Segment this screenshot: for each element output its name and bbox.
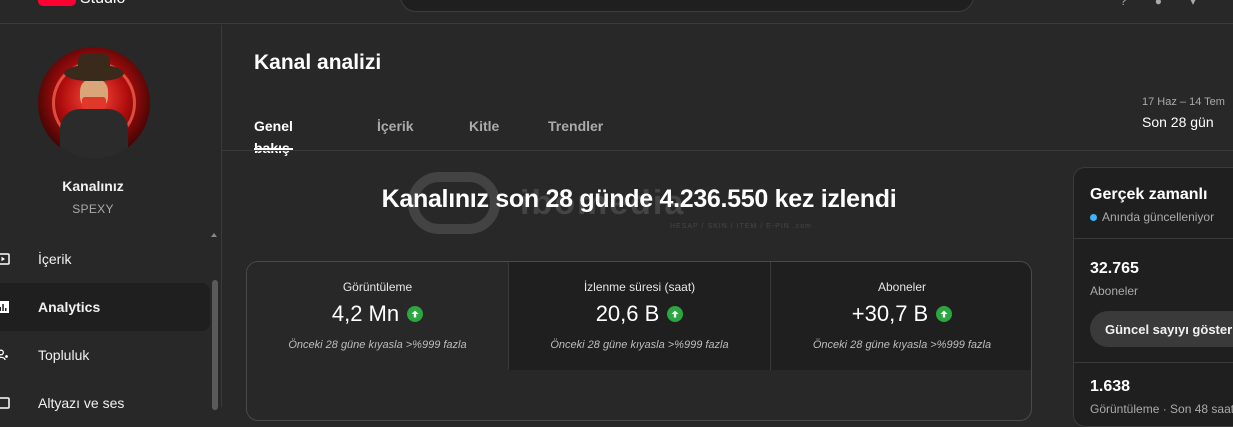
metric-compare: Önceki 28 güne kıyasla >%999 fazla	[550, 339, 729, 351]
channel-name: SPEXY	[72, 202, 114, 216]
sidebar-item-label: Altyazı ve ses	[38, 395, 125, 411]
video-icon	[0, 252, 10, 266]
search-input[interactable]	[400, 0, 974, 12]
channel-label: Kanalınız	[62, 178, 124, 194]
arrow-up-icon	[936, 306, 953, 322]
realtime-views-label: Görüntüleme · Son 48 saat	[1090, 402, 1233, 416]
youtube-logo-icon[interactable]	[38, 0, 76, 6]
sidebar-item-label: Analytics	[38, 299, 101, 315]
sidebar-item-community[interactable]: Topluluk	[0, 331, 210, 379]
tab-audience[interactable]: Kitle	[469, 115, 499, 150]
avatar-figure-mask	[82, 97, 106, 109]
realtime-subscribers-value: 32.765	[1090, 260, 1139, 277]
sidebar-item-label: Topluluk	[38, 347, 90, 363]
realtime-divider	[1074, 238, 1233, 239]
realtime-status-text: Anında güncelleniyor	[1102, 210, 1215, 224]
metric-value: 20,6 B	[595, 301, 660, 326]
metric-value: 4,2 Mn	[331, 301, 400, 326]
realtime-title: Gerçek zamanlı	[1090, 186, 1208, 203]
metric-label: İzlenme süresi (saat)	[583, 280, 696, 294]
upload-icon[interactable]: ●	[1155, 0, 1162, 8]
metric-views[interactable]: Görüntüleme 4,2 Mn Önceki 28 güne kıyasl…	[247, 262, 509, 370]
sidebar-item-content[interactable]: İçerik	[0, 235, 210, 283]
realtime-card: Gerçek zamanlı Anında güncelleniyor 32.7…	[1073, 167, 1233, 427]
avatar-figure-hat-top	[78, 53, 110, 71]
scroll-up-icon[interactable]	[211, 233, 217, 237]
metric-compare: Önceki 28 güne kıyasla >%999 fazla	[812, 339, 992, 351]
metric-value-row: +30,7 B	[771, 301, 1031, 327]
metric-compare: Önceki 28 güne kıyasla >%999 fazla	[288, 339, 467, 351]
sidebar-item-analytics[interactable]: Analytics	[0, 283, 210, 331]
avatar-figure-body	[60, 109, 128, 159]
metric-watch-time[interactable]: İzlenme süresi (saat) 20,6 B Önceki 28 g…	[509, 262, 771, 370]
tab-content[interactable]: İçerik	[377, 115, 414, 150]
tab-overview[interactable]: Genel bakış	[254, 115, 293, 156]
arrow-up-icon	[667, 306, 684, 322]
metric-value-row: 4,2 Mn	[247, 301, 508, 327]
studio-logo-text: Studio	[80, 0, 125, 8]
tabs-divider	[222, 150, 1233, 151]
account-icon[interactable]: ▾	[1190, 0, 1196, 8]
date-range-label[interactable]: Son 28 gün	[1142, 114, 1214, 130]
top-icons: ? ● ▾	[1120, 0, 1196, 8]
realtime-views-value: 1.638	[1090, 378, 1131, 395]
sidebar: Kanalınız SPEXY İçerik Analytics Toplulu…	[0, 25, 222, 411]
live-dot-icon	[1090, 213, 1097, 221]
sidebar-item-label: İçerik	[38, 251, 72, 267]
help-icon[interactable]: ?	[1120, 0, 1127, 8]
date-range[interactable]: 17 Haz – 14 Tem	[1142, 96, 1225, 108]
top-bar: Studio ? ● ▾	[0, 0, 1233, 24]
metrics-card: Görüntüleme 4,2 Mn Önceki 28 güne kıyasl…	[246, 261, 1032, 421]
channel-avatar[interactable]	[38, 47, 150, 159]
metric-label: Görüntüleme	[342, 280, 413, 294]
watermark-suffix: .com	[792, 223, 812, 230]
metric-value-row: 20,6 B	[509, 301, 770, 327]
subtitles-icon	[0, 396, 10, 410]
analytics-icon	[0, 300, 10, 314]
metric-value: +30,7 B	[851, 301, 929, 326]
page-title: Kanal analizi	[254, 51, 382, 74]
community-icon	[0, 348, 10, 362]
realtime-subscribers-label: Aboneler	[1090, 284, 1139, 298]
headline: Kanalınız son 28 günde 4.236.550 kez izl…	[381, 185, 897, 213]
metric-subscribers[interactable]: Aboneler +30,7 B Önceki 28 güne kıyasla …	[771, 262, 1031, 370]
sidebar-item-subtitles[interactable]: Altyazı ve ses	[0, 379, 210, 427]
realtime-status: Anında güncelleniyor	[1090, 210, 1214, 224]
tab-trends[interactable]: Trendler	[548, 115, 603, 150]
sidebar-scrollbar[interactable]	[212, 280, 218, 410]
arrow-up-icon	[407, 306, 424, 322]
watermark-sub: HESAP / SKIN / ITEM / E-PIN	[670, 223, 790, 230]
metric-label: Aboneler	[877, 280, 927, 294]
realtime-divider	[1074, 362, 1233, 363]
watermark-subtext: HESAP / SKIN / ITEM / E-PIN .com	[670, 223, 812, 230]
show-current-count-button[interactable]: Güncel sayıyı göster	[1090, 311, 1233, 347]
